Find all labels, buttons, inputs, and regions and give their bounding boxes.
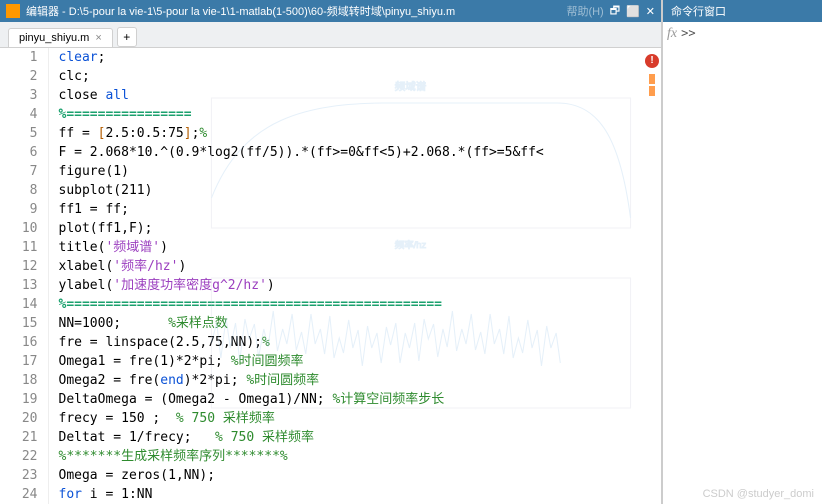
code-line[interactable]: 22%*******生成采样频率序列*******% [0,447,661,466]
code-text[interactable]: Omega2 = fre(end)*2*pi; %时间圆频率 [48,371,661,390]
code-text[interactable]: %================ [48,105,661,124]
code-line[interactable]: 18Omega2 = fre(end)*2*pi; %时间圆频率 [0,371,661,390]
line-number: 23 [0,466,48,485]
code-text[interactable]: frecy = 150 ; % 750 采样频率 [48,409,661,428]
message-bar: ! [645,54,659,98]
help-menu[interactable]: 帮助(H) [566,3,603,19]
code-line[interactable]: 5ff = [2.5:0.5:75];% [0,124,661,143]
line-number: 16 [0,333,48,352]
line-number: 14 [0,295,48,314]
code-line[interactable]: 15NN=1000; %采样点数 [0,314,661,333]
close-window-button[interactable]: ✕ [646,5,655,18]
editor-titlebar: 编辑器 - D:\5-pour la vie-1\5-pour la vie-1… [0,0,661,22]
editor-area[interactable]: 频域谱 频率/hz 1clear;2clc;3close all4%======… [0,48,661,504]
code-text[interactable]: plot(ff1,F); [48,219,661,238]
error-indicator-icon[interactable]: ! [645,54,659,68]
fx-icon[interactable]: fx [667,26,677,42]
code-text[interactable]: Deltat = 1/frecy; % 750 采样频率 [48,428,661,447]
line-number: 12 [0,257,48,276]
code-line[interactable]: 7figure(1) [0,162,661,181]
line-number: 5 [0,124,48,143]
code-line[interactable]: 10plot(ff1,F); [0,219,661,238]
tab-bar: pinyu_shiyu.m × + [0,22,661,48]
code-line[interactable]: 24for i = 1:NN [0,485,661,504]
code-text[interactable]: clear; [48,48,661,67]
code-text[interactable]: %=======================================… [48,295,661,314]
add-tab-button[interactable]: + [117,27,137,47]
line-number: 11 [0,238,48,257]
line-number: 7 [0,162,48,181]
line-number: 17 [0,352,48,371]
code-line[interactable]: 17Omega1 = fre(1)*2*pi; %时间圆频率 [0,352,661,371]
code-text[interactable]: ff1 = ff; [48,200,661,219]
code-line[interactable]: 23Omega = zeros(1,NN); [0,466,661,485]
line-number: 3 [0,86,48,105]
code-text[interactable]: close all [48,86,661,105]
code-line[interactable]: 13ylabel('加速度功率密度g^2/hz') [0,276,661,295]
window-title: 编辑器 - D:\5-pour la vie-1\5-pour la vie-1… [26,3,546,19]
code-text[interactable]: subplot(211) [48,181,661,200]
code-text[interactable]: fre = linspace(2.5,75,NN);% [48,333,661,352]
line-number: 13 [0,276,48,295]
maximize-button[interactable]: ⬜ [626,5,640,18]
code-line[interactable]: 21Deltat = 1/frecy; % 750 采样频率 [0,428,661,447]
line-number: 21 [0,428,48,447]
line-number: 2 [0,67,48,86]
code-text[interactable]: Omega1 = fre(1)*2*pi; %时间圆频率 [48,352,661,371]
warning-marker[interactable] [649,86,655,96]
line-number: 4 [0,105,48,124]
code-text[interactable]: DeltaOmega = (Omega2 - Omega1)/NN; %计算空间… [48,390,661,409]
line-number: 22 [0,447,48,466]
line-number: 18 [0,371,48,390]
file-tab-label: pinyu_shiyu.m [19,32,89,44]
code-text[interactable]: NN=1000; %采样点数 [48,314,661,333]
restore-button[interactable]: 🗗 [610,2,620,21]
code-line[interactable]: 4%================ [0,105,661,124]
code-line[interactable]: 11title('频域谱') [0,238,661,257]
command-window[interactable]: fx >> [663,22,822,46]
line-number: 6 [0,143,48,162]
code-text[interactable]: xlabel('频率/hz') [48,257,661,276]
code-line[interactable]: 14%=====================================… [0,295,661,314]
line-number: 24 [0,485,48,504]
app-icon [6,4,20,18]
code-line[interactable]: 6F = 2.068*10.^(0.9*log2(ff/5)).*(ff>=0&… [0,143,661,162]
file-tab[interactable]: pinyu_shiyu.m × [8,28,113,47]
warning-marker[interactable] [649,74,655,84]
line-number: 9 [0,200,48,219]
code-line[interactable]: 1clear; [0,48,661,67]
close-tab-icon[interactable]: × [95,32,101,44]
code-line[interactable]: 2clc; [0,67,661,86]
code-line[interactable]: 9ff1 = ff; [0,200,661,219]
line-number: 19 [0,390,48,409]
code-text[interactable]: F = 2.068*10.^(0.9*log2(ff/5)).*(ff>=0&f… [48,143,661,162]
code-line[interactable]: 3close all [0,86,661,105]
line-number: 10 [0,219,48,238]
command-prompt: >> [681,26,695,40]
line-number: 8 [0,181,48,200]
code-text[interactable]: figure(1) [48,162,661,181]
code-text[interactable]: clc; [48,67,661,86]
code-line[interactable]: 8subplot(211) [0,181,661,200]
code-text[interactable]: ff = [2.5:0.5:75];% [48,124,661,143]
code-line[interactable]: 12xlabel('频率/hz') [0,257,661,276]
code-text[interactable]: Omega = zeros(1,NN); [48,466,661,485]
code-line[interactable]: 16fre = linspace(2.5,75,NN);% [0,333,661,352]
code-line[interactable]: 20frecy = 150 ; % 750 采样频率 [0,409,661,428]
code-lines[interactable]: 1clear;2clc;3close all4%================… [0,48,661,504]
code-text[interactable]: %*******生成采样频率序列*******% [48,447,661,466]
code-text[interactable]: for i = 1:NN [48,485,661,504]
line-number: 15 [0,314,48,333]
command-window-title: 命令行窗口 [663,0,822,22]
line-number: 1 [0,48,48,67]
code-text[interactable]: ylabel('加速度功率密度g^2/hz') [48,276,661,295]
code-text[interactable]: title('频域谱') [48,238,661,257]
line-number: 20 [0,409,48,428]
code-line[interactable]: 19DeltaOmega = (Omega2 - Omega1)/NN; %计算… [0,390,661,409]
